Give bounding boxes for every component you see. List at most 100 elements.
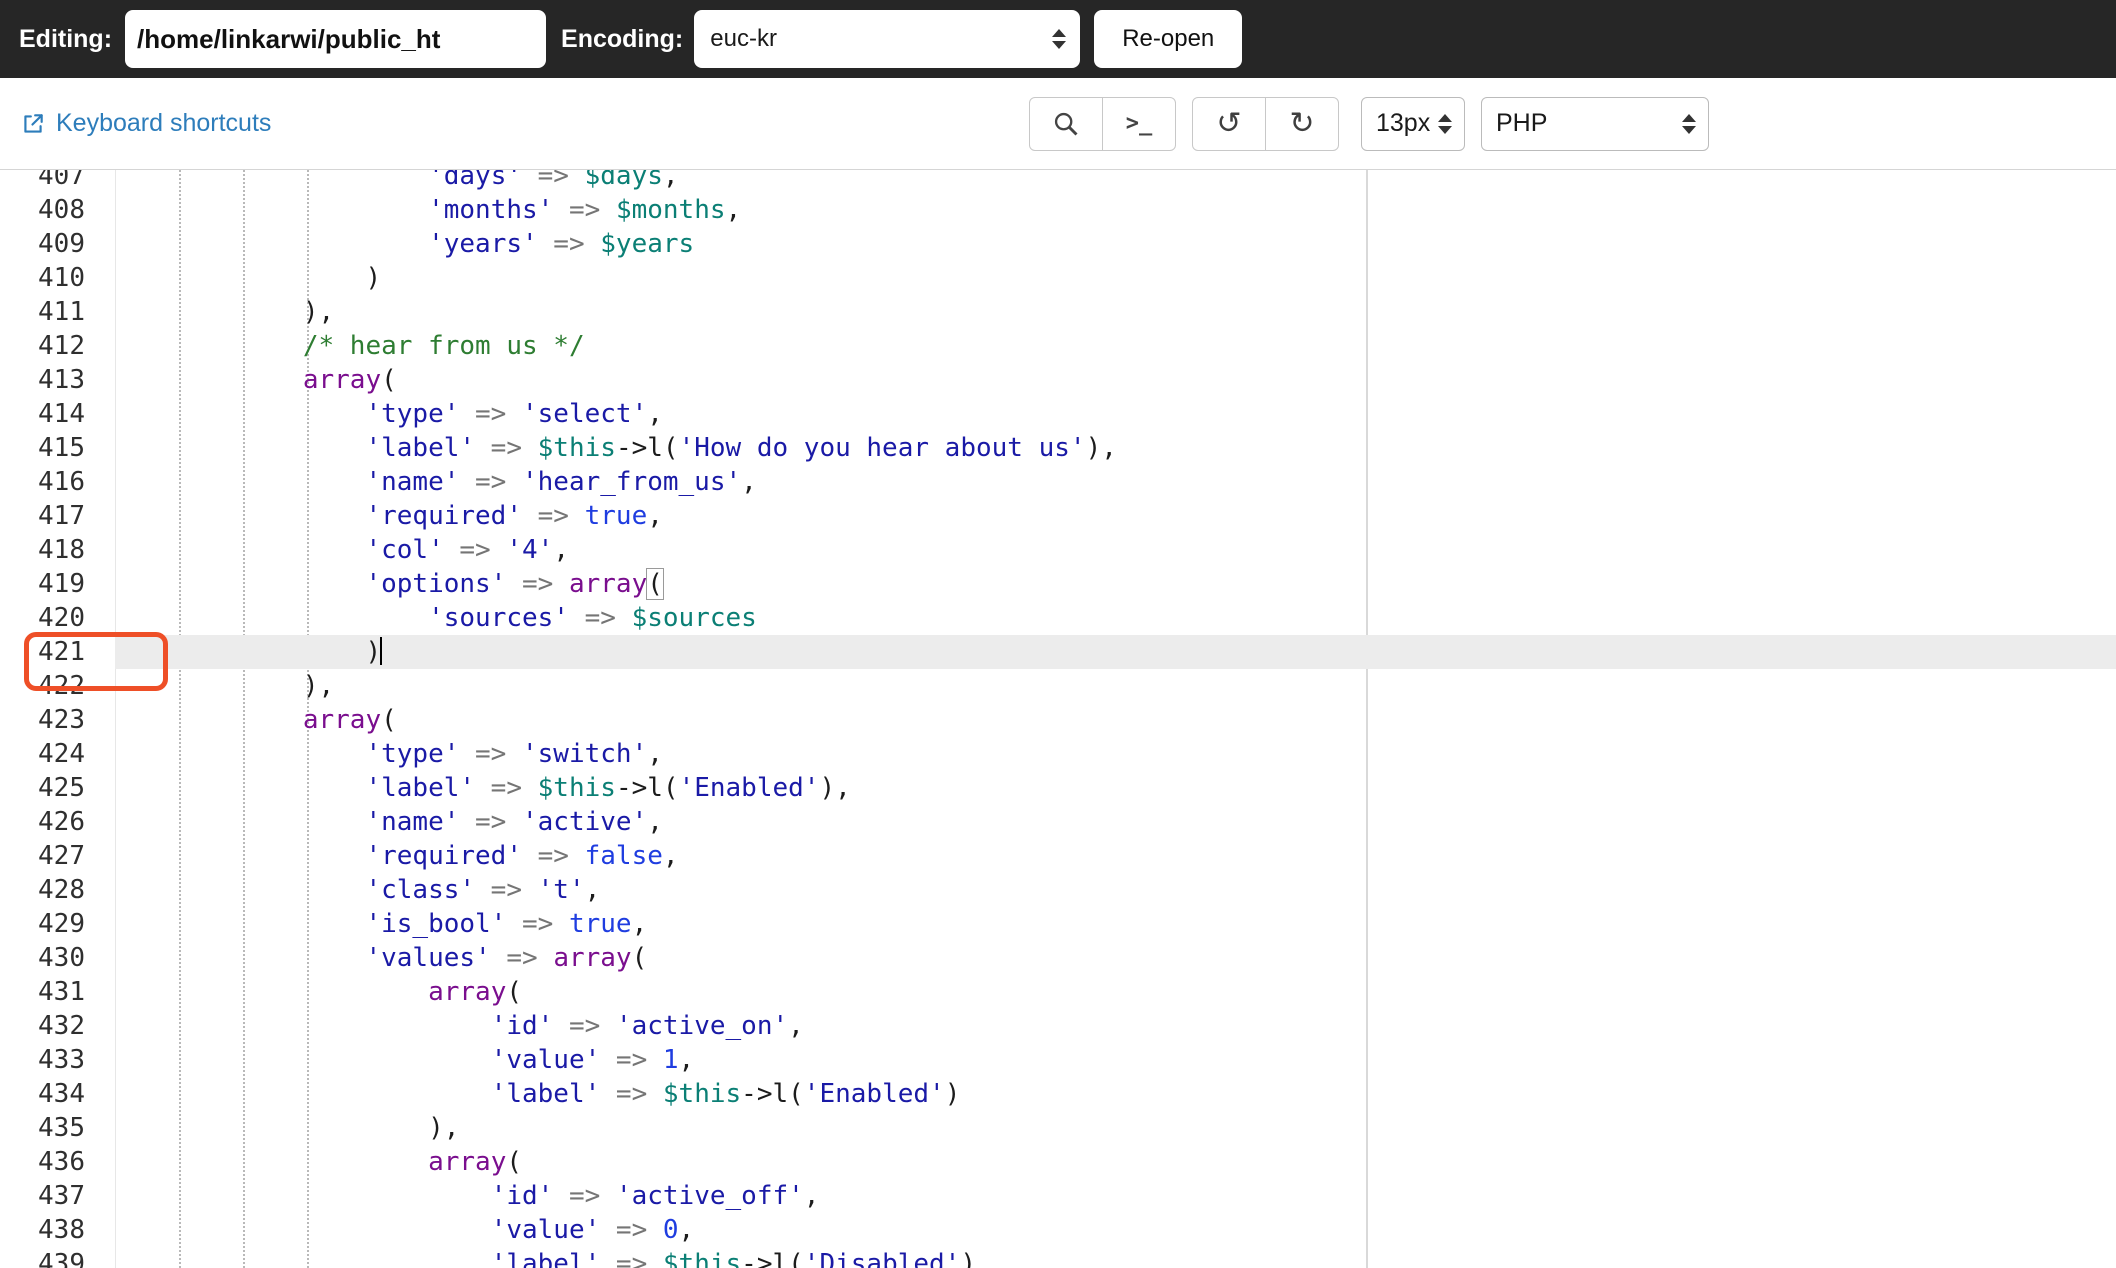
- language-value: PHP: [1496, 109, 1548, 137]
- code-line-429[interactable]: 429 'is_bool' => true,: [0, 907, 2116, 941]
- chevron-updown-icon: [1052, 29, 1067, 49]
- code-line-434[interactable]: 434 'label' => $this->l('Enabled'): [0, 1077, 2116, 1111]
- code-line-430[interactable]: 430 'values' => array(: [0, 941, 2116, 975]
- line-number: 432: [38, 1011, 85, 1041]
- encoding-select-value: euc-kr: [710, 25, 777, 52]
- code-text: array(: [428, 977, 523, 1007]
- code-line-420[interactable]: 420 'sources' => $sources: [0, 601, 2116, 635]
- code-text: 'type' => 'switch',: [365, 739, 663, 769]
- code-line-413[interactable]: 413 array(: [0, 363, 2116, 397]
- code-text: 'sources' => $sources: [428, 603, 757, 633]
- editor-toolbar: Keyboard shortcuts >_ ↺ ↻ 13px PHP: [0, 78, 2116, 170]
- code-line-431[interactable]: 431 array(: [0, 975, 2116, 1009]
- code-line-423[interactable]: 423 array(: [0, 703, 2116, 737]
- line-number: 420: [38, 603, 85, 633]
- line-number: 438: [38, 1215, 85, 1245]
- line-number: 419: [38, 569, 85, 599]
- encoding-select[interactable]: euc-kr: [694, 10, 1081, 68]
- code-text: 'label' => $this->l('Enabled'): [490, 1079, 961, 1109]
- code-text: 'required' => true,: [365, 501, 663, 531]
- line-number: 407: [38, 170, 85, 191]
- font-size-select[interactable]: 13px: [1361, 96, 1465, 151]
- line-number: 423: [38, 705, 85, 735]
- code-text: ): [365, 263, 382, 293]
- keyboard-shortcuts-label: Keyboard shortcuts: [56, 109, 272, 137]
- search-button[interactable]: [1029, 96, 1103, 151]
- code-line-421[interactable]: 421 ): [0, 635, 2116, 669]
- code-line-433[interactable]: 433 'value' => 1,: [0, 1043, 2116, 1077]
- code-text: 'months' => $months,: [428, 195, 742, 225]
- code-line-407[interactable]: 407 'days' => $days,: [0, 170, 2116, 193]
- line-number: 427: [38, 841, 85, 871]
- code-line-411[interactable]: 411 ),: [0, 295, 2116, 329]
- redo-icon: ↻: [1289, 105, 1315, 141]
- chevron-updown-icon: [1682, 113, 1696, 134]
- line-number: 430: [38, 943, 85, 973]
- code-line-408[interactable]: 408 'months' => $months,: [0, 193, 2116, 227]
- code-text: 'id' => 'active_off',: [490, 1181, 820, 1211]
- code-text: 'label' => $this->l('How do you hear abo…: [365, 433, 1117, 463]
- code-line-427[interactable]: 427 'required' => false,: [0, 839, 2116, 873]
- redo-button[interactable]: ↻: [1265, 96, 1339, 151]
- code-line-412[interactable]: 412 /* hear from us */: [0, 329, 2116, 363]
- code-line-432[interactable]: 432 'id' => 'active_on',: [0, 1009, 2116, 1043]
- line-number: 411: [38, 297, 85, 327]
- line-number: 409: [38, 229, 85, 259]
- line-number: 436: [38, 1147, 85, 1177]
- code-text: 'col' => '4',: [365, 535, 569, 565]
- code-text: 'required' => false,: [365, 841, 679, 871]
- code-text: 'name' => 'active',: [365, 807, 663, 837]
- code-text: 'id' => 'active_on',: [490, 1011, 804, 1041]
- line-number: 439: [38, 1249, 85, 1268]
- code-text: 'name' => 'hear_from_us',: [365, 467, 757, 497]
- line-number: 426: [38, 807, 85, 837]
- line-number: 408: [38, 195, 85, 225]
- language-select[interactable]: PHP: [1481, 96, 1709, 151]
- code-line-439[interactable]: 439 'label' => $this->l('Disabled'): [0, 1247, 2116, 1268]
- font-size-value: 13px: [1376, 109, 1431, 137]
- code-line-409[interactable]: 409 'years' => $years: [0, 227, 2116, 261]
- code-line-418[interactable]: 418 'col' => '4',: [0, 533, 2116, 567]
- code-line-422[interactable]: 422 ),: [0, 669, 2116, 703]
- line-number: 431: [38, 977, 85, 1007]
- code-text: 'type' => 'select',: [365, 399, 663, 429]
- line-number: 425: [38, 773, 85, 803]
- search-terminal-group: >_: [1029, 96, 1176, 151]
- code-line-428[interactable]: 428 'class' => 't',: [0, 873, 2116, 907]
- code-line-436[interactable]: 436 array(: [0, 1145, 2116, 1179]
- editing-label: Editing:: [19, 24, 113, 53]
- line-number: 429: [38, 909, 85, 939]
- code-line-437[interactable]: 437 'id' => 'active_off',: [0, 1179, 2116, 1213]
- reopen-button[interactable]: Re-open: [1094, 10, 1243, 68]
- code-editor[interactable]: 407 'days' => $days, 408 'months' => $mon…: [0, 170, 2116, 1268]
- code-text: 'days' => $days,: [428, 170, 679, 191]
- code-line-435[interactable]: 435 ),: [0, 1111, 2116, 1145]
- code-text: ),: [302, 671, 335, 701]
- terminal-button[interactable]: >_: [1102, 96, 1176, 151]
- code-line-414[interactable]: 414 'type' => 'select',: [0, 397, 2116, 431]
- keyboard-shortcuts-link[interactable]: Keyboard shortcuts: [20, 109, 271, 138]
- code-line-424[interactable]: 424 'type' => 'switch',: [0, 737, 2116, 771]
- code-line-419[interactable]: 419 'options' => array(: [0, 567, 2116, 601]
- code-line-417[interactable]: 417 'required' => true,: [0, 499, 2116, 533]
- code-line-426[interactable]: 426 'name' => 'active',: [0, 805, 2116, 839]
- line-number: 410: [38, 263, 85, 293]
- code-text: ),: [302, 297, 335, 327]
- line-number: 433: [38, 1045, 85, 1075]
- code-text: 'class' => 't',: [365, 875, 601, 905]
- line-number: 416: [38, 467, 85, 497]
- code-line-425[interactable]: 425 'label' => $this->l('Enabled'),: [0, 771, 2116, 805]
- undo-button[interactable]: ↺: [1192, 96, 1266, 151]
- annotation-highlight-box: [24, 632, 168, 691]
- code-line-410[interactable]: 410 ): [0, 261, 2116, 295]
- path-input[interactable]: [125, 10, 547, 68]
- code-line-438[interactable]: 438 'value' => 0,: [0, 1213, 2116, 1247]
- search-icon: [1054, 112, 1078, 136]
- code-text: 'value' => 0,: [490, 1215, 695, 1245]
- code-line-415[interactable]: 415 'label' => $this->l('How do you hear…: [0, 431, 2116, 465]
- line-number: 434: [38, 1079, 85, 1109]
- code-text: 'years' => $years: [428, 229, 695, 259]
- line-number: 435: [38, 1113, 85, 1143]
- code-text: 'label' => $this->l('Enabled'),: [365, 773, 851, 803]
- code-line-416[interactable]: 416 'name' => 'hear_from_us',: [0, 465, 2116, 499]
